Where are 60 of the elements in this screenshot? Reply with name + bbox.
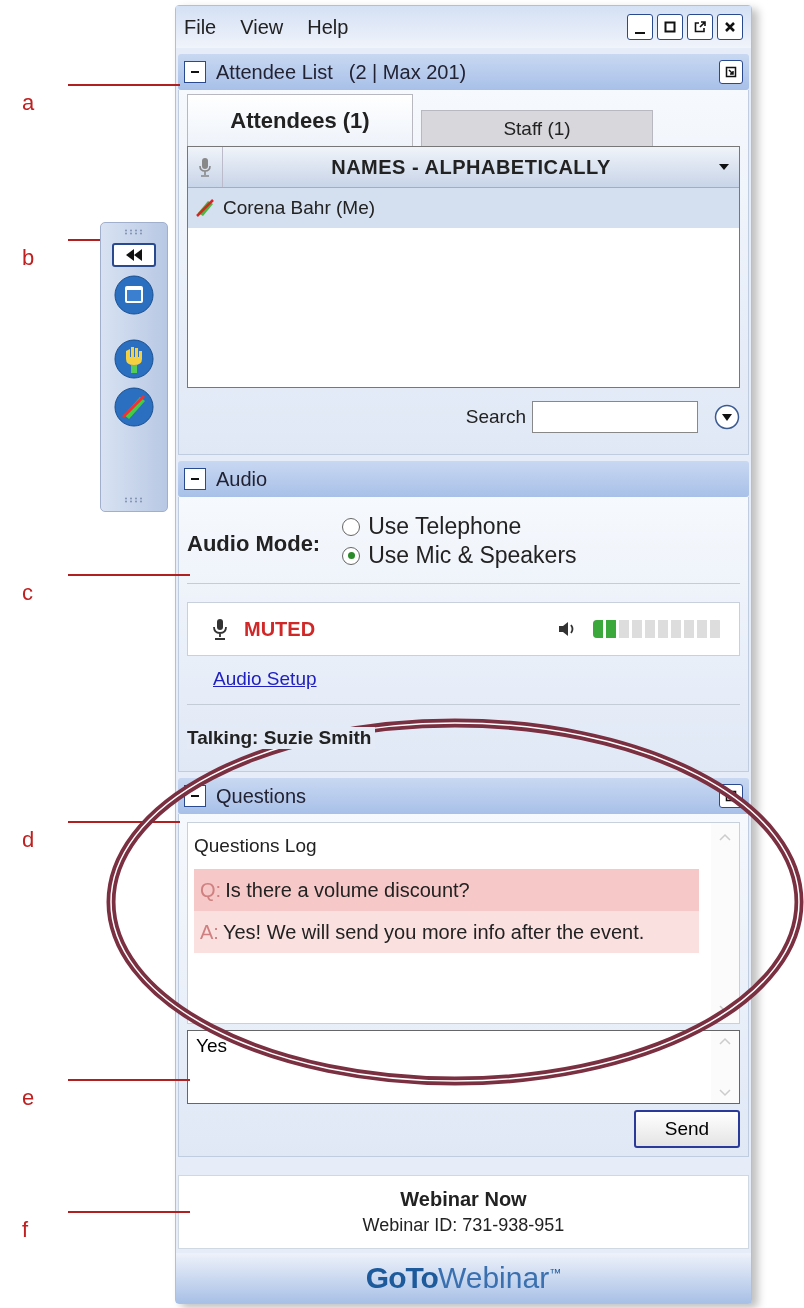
attendee-name: Corena Bahr (Me) [223,197,376,219]
popout-icon [694,21,706,33]
radio-label[interactable]: Use Mic & Speakers [368,542,577,569]
entry-prefix: Q: [200,878,222,903]
radio-button[interactable] [342,546,361,565]
raise-hand-icon[interactable] [114,339,154,379]
entry-text: Yes! We will send you more info after the event. [222,920,645,945]
dropdown-icon[interactable] [714,404,740,430]
minimize-icon [635,32,645,34]
menu-item[interactable]: Help [307,15,349,39]
maximize-button[interactable] [657,14,683,40]
panel-title: Audio [216,467,268,491]
annotation-letter: b [22,245,35,271]
talking-status: Talking: Suzie Smith [187,727,376,749]
annotation-letter: e [22,1085,35,1111]
caret-icon[interactable] [719,164,729,170]
panel-title: Questions [216,784,307,808]
scrollbar[interactable] [711,823,739,1023]
entry-text: Is there a volume discount? [225,878,470,903]
radio-label[interactable]: Use Telephone [368,513,522,540]
close-icon [724,21,736,33]
popout-icon [725,66,737,78]
annotation-letter: c [22,580,33,606]
microphone-icon[interactable] [212,618,228,640]
grip-icon[interactable] [124,497,144,503]
menu-item[interactable]: File [184,15,217,39]
webinar-id: Webinar ID: 731-938-951 [362,1215,565,1236]
rewind-icon [124,249,144,261]
audio-setup-link[interactable]: Audio Setup [213,668,317,690]
tab[interactable]: Attendees (1) [187,94,413,146]
attendee-row[interactable]: Corena Bahr (Me) [188,188,739,228]
search-field[interactable] [532,401,698,433]
collapse-toggle[interactable] [184,468,206,490]
microphone-icon [198,157,212,177]
entry-prefix: A: [200,920,219,945]
logo: GoToWebinar$^{™}$ [365,1261,562,1295]
popout-button[interactable] [719,60,743,84]
annotation-letter: f [22,1217,29,1243]
audio-mode-label: Audio Mode: [187,531,321,558]
screen-icon[interactable] [114,275,154,315]
minimize-button[interactable] [627,14,653,40]
collapse-toggle[interactable] [184,61,206,83]
search-label: Search [465,406,526,428]
tab[interactable]: Staff (1) [421,110,653,146]
send-button[interactable]: Send [634,1110,740,1148]
mic-status: MUTED [244,617,316,641]
collapse-button[interactable] [112,243,156,267]
close-button[interactable] [717,14,743,40]
annotation-letter: d [22,827,35,853]
grip-icon[interactable] [124,229,144,235]
panel-title: Attendee List [216,60,333,84]
radio-button[interactable] [342,517,361,536]
muted-mic-icon[interactable] [114,387,154,427]
annotation-letter: a [22,90,35,116]
log-title: Questions Log [194,835,318,857]
popout-button[interactable] [687,14,713,40]
attendee-count: (2 | Max 201) [348,60,467,84]
menu-item[interactable]: View [240,15,284,39]
webinar-title: Webinar Now [400,1188,527,1211]
maximize-icon [664,21,676,33]
